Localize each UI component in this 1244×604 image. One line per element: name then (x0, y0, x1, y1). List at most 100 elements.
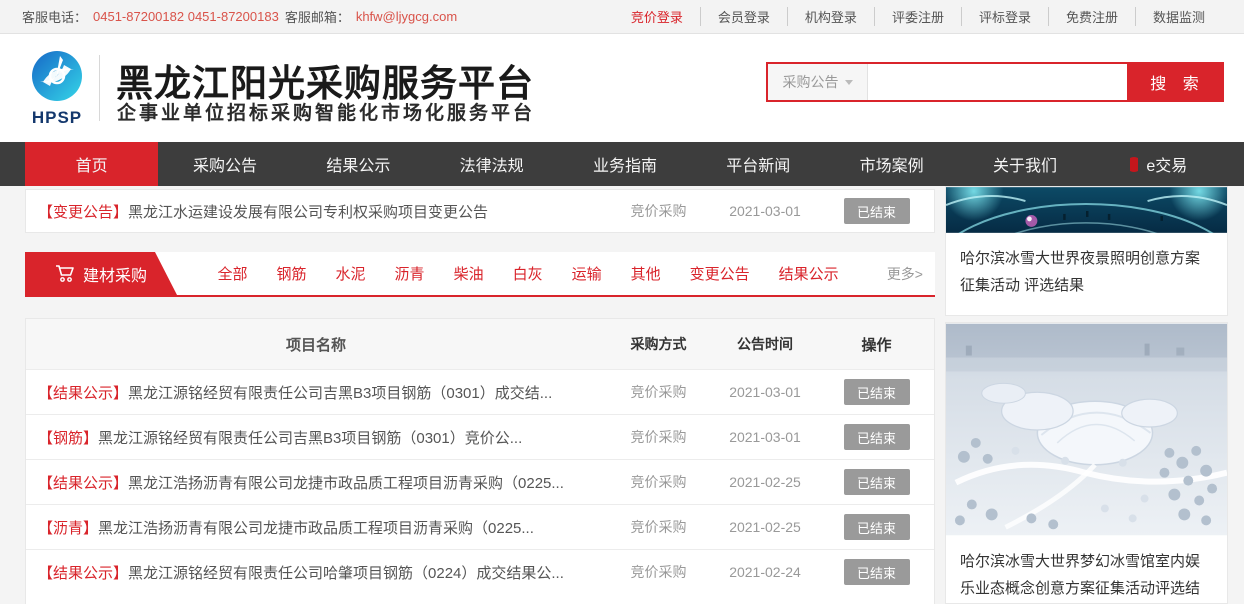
section-filter-tabs: 全部 钢筋 水泥 沥青 柴油 白灰 运输 其他 变更公告 结果公示 (203, 263, 887, 284)
row-title-text: 黑龙江源铭经贸有限责任公司哈肇项目钢筋（0224）成交结果公... (128, 565, 564, 582)
status-badge[interactable]: 已结束 (844, 424, 910, 450)
row-method: 竞价采购 (606, 382, 711, 402)
nav-item-home[interactable]: 首页 (25, 142, 158, 186)
row-tag: 【结果公示】 (38, 385, 128, 402)
search-box: 采购公告 搜 索 (766, 62, 1224, 102)
nav-item-result-announcements[interactable]: 结果公示 (292, 142, 425, 186)
status-badge[interactable]: 已结束 (844, 198, 910, 224)
table-row[interactable]: 【结果公示】黑龙江浩扬沥青有限公司龙捷市政品质工程项目沥青采购（0225... … (26, 459, 934, 504)
row-title[interactable]: 【钢筋】黑龙江源铭经贸有限责任公司吉黑B3项目钢筋（0301）竞价公... (26, 427, 606, 448)
sidebar-news-card[interactable]: 哈尔滨冰雪大世界夜景照明创意方案征集活动 评选结果 (945, 186, 1228, 316)
row-title-text: 黑龙江浩扬沥青有限公司龙捷市政品质工程项目沥青采购（0225... (98, 520, 534, 537)
nav-item-procurement-notices[interactable]: 采购公告 (158, 142, 291, 186)
status-badge[interactable]: 已结束 (844, 559, 910, 585)
row-tag: 【结果公示】 (38, 475, 128, 492)
topbar: 客服电话： 0451-87200182 0451-87200183 客服邮箱： … (0, 0, 1244, 34)
notice-tag: 【变更公告】 (38, 204, 128, 221)
notice-title-text: 黑龙江水运建设发展有限公司专利权采购项目变更公告 (128, 204, 488, 221)
nav-item-etrade[interactable]: e交易 (1092, 142, 1225, 186)
sidebar-card-caption[interactable]: 哈尔滨冰雪大世界梦幻冰雪馆室内娱乐业态概念创意方案征集活动评选结果 (946, 536, 1227, 604)
nav-item-laws[interactable]: 法律法规 (425, 142, 558, 186)
link-free-register[interactable]: 免费注册 (1048, 7, 1135, 26)
building-materials-section-header: 建材采购 全部 钢筋 水泥 沥青 柴油 白灰 运输 其他 变更公告 结果公示 更… (25, 252, 935, 297)
row-title[interactable]: 【结果公示】黑龙江源铭经贸有限责任公司哈肇项目钢筋（0224）成交结果公... (26, 562, 606, 583)
col-header-action: 操作 (819, 334, 934, 355)
col-header-method: 采购方式 (606, 334, 711, 354)
row-title[interactable]: 【沥青】黑龙江浩扬沥青有限公司龙捷市政品质工程项目沥青采购（0225... (26, 517, 606, 538)
logo-icon (30, 48, 84, 102)
section-title-tab[interactable]: 建材采购 (25, 252, 177, 295)
nav-label: 关于我们 (993, 152, 1057, 176)
nav-label: 采购公告 (193, 152, 257, 176)
logo-acronym: HPSP (27, 108, 87, 128)
site-logo[interactable]: HPSP (27, 48, 87, 128)
chevron-down-icon (845, 80, 853, 85)
main-nav: 首页 采购公告 结果公示 法律法规 业务指南 平台新闻 市场案例 关于我们 e交… (0, 142, 1244, 186)
table-row[interactable]: 【结果公示】黑龙江源铭经贸有限责任公司吉黑B3项目钢筋（0301）成交结... … (26, 369, 934, 414)
search-input[interactable] (868, 64, 1127, 100)
row-date: 2021-02-25 (711, 519, 819, 535)
table-row[interactable]: 【结果公示】黑龙江源铭经贸有限责任公司哈肇项目钢筋（0224）成交结果公... … (26, 549, 934, 594)
link-bidding-login[interactable]: 竞价登录 (614, 7, 700, 26)
more-link[interactable]: 更多> (887, 264, 923, 284)
link-data-monitor[interactable]: 数据监测 (1135, 7, 1222, 26)
site-subtitle: 企事业单位招标采购智能化市场化服务平台 (117, 98, 535, 125)
link-evaluation-login[interactable]: 评标登录 (961, 7, 1048, 26)
row-method: 竞价采购 (606, 427, 711, 447)
nav-label: 市场案例 (860, 152, 924, 176)
search-category-value: 采购公告 (783, 72, 839, 92)
nav-label: e交易 (1146, 152, 1187, 176)
nav-label: 业务指南 (593, 152, 657, 176)
status-badge[interactable]: 已结束 (844, 514, 910, 540)
row-date: 2021-03-01 (711, 429, 819, 445)
tab-other[interactable]: 其他 (616, 263, 675, 284)
status-badge[interactable]: 已结束 (844, 469, 910, 495)
col-header-date: 公告时间 (711, 334, 819, 354)
table-row[interactable]: 【沥青】黑龙江浩扬沥青有限公司龙捷市政品质工程项目沥青采购（0225... 竞价… (26, 504, 934, 549)
row-title-text: 黑龙江浩扬沥青有限公司龙捷市政品质工程项目沥青采购（0225... (128, 475, 564, 492)
sidebar-news-card[interactable]: 哈尔滨冰雪大世界梦幻冰雪馆室内娱乐业态概念创意方案征集活动评选结果 (945, 322, 1228, 604)
row-title-text: 黑龙江源铭经贸有限责任公司吉黑B3项目钢筋（0301）竞价公... (98, 430, 522, 447)
nav-item-business-guide[interactable]: 业务指南 (558, 142, 691, 186)
row-title[interactable]: 【结果公示】黑龙江源铭经贸有限责任公司吉黑B3项目钢筋（0301）成交结... (26, 382, 606, 403)
tab-all[interactable]: 全部 (203, 263, 262, 284)
link-member-login[interactable]: 会员登录 (700, 7, 787, 26)
table-header-row: 项目名称 采购方式 公告时间 操作 (26, 319, 934, 369)
tab-transport[interactable]: 运输 (557, 263, 616, 284)
content-area: 【变更公告】黑龙江水运建设发展有限公司专利权采购项目变更公告 竞价采购 2021… (0, 186, 1244, 604)
nav-item-platform-news[interactable]: 平台新闻 (692, 142, 825, 186)
search-category-select[interactable]: 采购公告 (768, 64, 868, 100)
nav-item-about-us[interactable]: 关于我们 (958, 142, 1091, 186)
e-trade-flame-icon (1129, 156, 1139, 173)
tab-result-announcement[interactable]: 结果公示 (764, 263, 853, 284)
notice-date: 2021-03-01 (711, 203, 819, 219)
notice-title[interactable]: 【变更公告】黑龙江水运建设发展有限公司专利权采购项目变更公告 (26, 201, 606, 222)
search-button[interactable]: 搜 索 (1127, 64, 1222, 100)
notice-row[interactable]: 【变更公告】黑龙江水运建设发展有限公司专利权采购项目变更公告 竞价采购 2021… (25, 189, 935, 233)
tab-cement[interactable]: 水泥 (321, 263, 380, 284)
tab-diesel[interactable]: 柴油 (439, 263, 498, 284)
service-email-link[interactable]: khfw@ljygcg.com (356, 9, 457, 24)
row-tag: 【钢筋】 (38, 430, 98, 447)
status-badge[interactable]: 已结束 (844, 379, 910, 405)
tab-asphalt[interactable]: 沥青 (380, 263, 439, 284)
table-row[interactable]: 【钢筋】黑龙江源铭经贸有限责任公司吉黑B3项目钢筋（0301）竞价公... 竞价… (26, 414, 934, 459)
row-title-text: 黑龙江源铭经贸有限责任公司吉黑B3项目钢筋（0301）成交结... (128, 385, 552, 402)
projects-table: 项目名称 采购方式 公告时间 操作 【结果公示】黑龙江源铭经贸有限责任公司吉黑B… (25, 318, 935, 604)
cart-icon (55, 264, 75, 283)
sidebar-card-caption[interactable]: 哈尔滨冰雪大世界夜景照明创意方案征集活动 评选结果 (946, 233, 1227, 311)
row-tag: 【沥青】 (38, 520, 98, 537)
service-phone-numbers: 0451-87200182 0451-87200183 (93, 9, 279, 24)
tab-lime[interactable]: 白灰 (498, 263, 557, 284)
tab-rebar[interactable]: 钢筋 (262, 263, 321, 284)
snow-world-aerial-image (946, 323, 1227, 536)
link-judge-register[interactable]: 评委注册 (874, 7, 961, 26)
topbar-contact: 客服电话： 0451-87200182 0451-87200183 客服邮箱： … (22, 7, 457, 26)
row-date: 2021-03-01 (711, 384, 819, 400)
row-title[interactable]: 【结果公示】黑龙江浩扬沥青有限公司龙捷市政品质工程项目沥青采购（0225... (26, 472, 606, 493)
page: 客服电话： 0451-87200182 0451-87200183 客服邮箱： … (0, 0, 1244, 604)
tab-change-notice[interactable]: 变更公告 (675, 263, 764, 284)
row-tag: 【结果公示】 (38, 565, 128, 582)
link-org-login[interactable]: 机构登录 (787, 7, 874, 26)
nav-item-market-cases[interactable]: 市场案例 (825, 142, 958, 186)
